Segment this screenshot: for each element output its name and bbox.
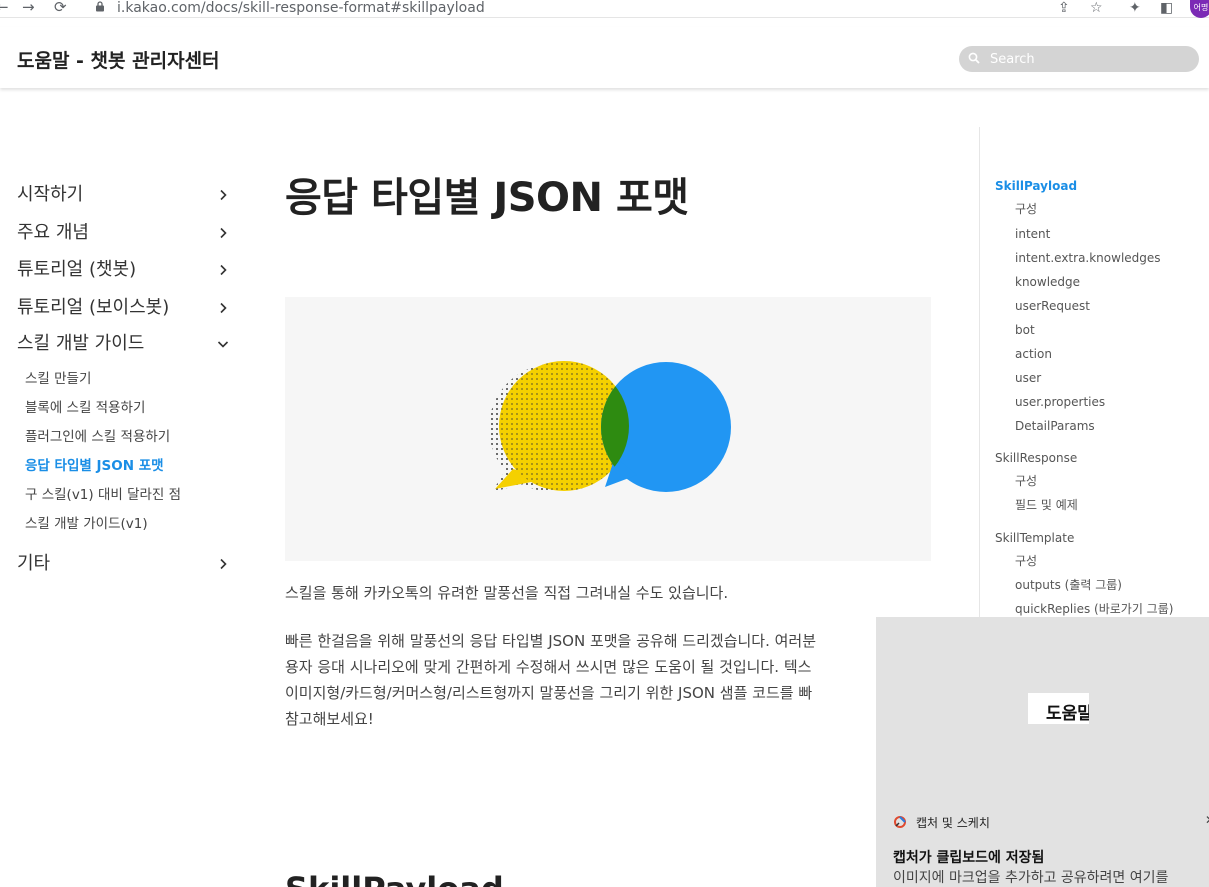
toc-link[interactable]: intent.extra.knowledges [1015, 250, 1161, 266]
sidebar-subitem-json-format[interactable]: 응답 타입별 JSON 포맷 [25, 457, 164, 475]
chevron-right-icon [220, 302, 227, 314]
toc-link[interactable]: SkillPayload [995, 178, 1077, 194]
close-icon[interactable]: ✕ [1205, 813, 1209, 827]
search-input[interactable] [990, 50, 1190, 68]
toc-link[interactable]: 구성 [1015, 473, 1037, 489]
toc-link[interactable]: DetailParams [1015, 418, 1095, 434]
snip-sketch-app-icon [894, 816, 906, 828]
description-line: 용자 응대 시나리오에 맞게 간편하게 수정해서 쓰시면 많은 도움이 될 것입… [285, 658, 812, 676]
bookmark-star-icon[interactable]: ☆ [1090, 0, 1103, 16]
profile-avatar[interactable]: 어명 [1190, 0, 1209, 18]
browser-toolbar: ← → ⟳ i.kakao.com/docs/skill-response-fo… [0, 0, 1209, 18]
toc-link[interactable]: 구성 [1015, 201, 1037, 217]
site-header: 도움말 - 챗봇 관리자센터 [0, 27, 1209, 88]
toc-link[interactable]: quickReplies (바로가기 그룹) [1015, 601, 1173, 617]
toc-link[interactable]: 구성 [1015, 553, 1037, 569]
description-line: 이미지형/카드형/커머스형/리스트형까지 말풍선을 그리기 위한 JSON 샘플… [285, 684, 813, 702]
toc-link[interactable]: knowledge [1015, 274, 1080, 290]
sidebar-subitem-apply-plugin[interactable]: 플러그인에 스킬 적용하기 [25, 428, 170, 446]
preview-text: 도움말 [1046, 704, 1089, 724]
description-line: 빠른 한걸음을 위해 말풍선의 응답 타입별 JSON 포맷을 공유해 드리겠습… [285, 632, 817, 650]
sidebar-subitem-apply-block[interactable]: 블록에 스킬 적용하기 [25, 399, 145, 417]
intro-paragraph: 스킬을 통해 카카오톡의 유려한 말풍선을 직접 그려내실 수도 있습니다. [285, 584, 729, 602]
sidebar-item-getting-started[interactable]: 시작하기 [17, 180, 229, 210]
sidebar-item-tutorial-chatbot[interactable]: 튜토리얼 (챗봇) [17, 255, 229, 285]
sidebar-item-etc[interactable]: 기타 [17, 549, 229, 579]
sidebar-item-label: 시작하기 [17, 184, 84, 205]
sidebar-item-key-concepts[interactable]: 주요 개념 [17, 218, 229, 248]
snip-notification[interactable]: 도움말 캡처 및 스케치 ✕ 캡처가 클립보드에 저장됨 이미지에 마크업을 추… [876, 617, 1209, 887]
toc-link[interactable]: user [1015, 370, 1041, 386]
notification-app-name: 캡처 및 스케치 [916, 816, 990, 830]
sidebar-item-label: 튜토리얼 (챗봇) [17, 259, 137, 280]
chevron-right-icon [220, 558, 227, 570]
sidebar-item-label: 주요 개념 [17, 222, 89, 243]
toc-link[interactable]: 필드 및 예제 [1015, 497, 1078, 513]
sidebar-item-skill-guide[interactable]: 스킬 개발 가이드 [17, 329, 229, 359]
side-panel-icon[interactable]: ◧ [1160, 0, 1173, 16]
screenshot-preview[interactable]: 도움말 [1028, 693, 1089, 724]
address-bar[interactable]: i.kakao.com/docs/skill-response-format#s… [117, 0, 485, 17]
back-arrow-icon[interactable]: ← [0, 0, 9, 15]
sidebar-subitem-make-skill[interactable]: 스킬 만들기 [25, 370, 91, 388]
site-title[interactable]: 도움말 - 챗봇 관리자센터 [17, 46, 220, 73]
chevron-right-icon [220, 189, 227, 201]
toc-link[interactable]: user.properties [1015, 394, 1105, 410]
sidebar-item-label: 기타 [17, 553, 51, 574]
lock-icon[interactable] [95, 1, 105, 12]
share-icon[interactable]: ⇪ [1058, 0, 1070, 16]
description-line: 참고해보세요! [285, 710, 374, 728]
toc-link[interactable]: outputs (출력 그룹) [1015, 577, 1122, 593]
toc-link[interactable]: intent [1015, 226, 1050, 242]
extensions-icon[interactable]: ✦ [1129, 0, 1141, 16]
sidebar-item-label: 스킬 개발 가이드 [17, 333, 145, 354]
sidebar-subitem-guide-v1[interactable]: 스킬 개발 가이드(v1) [25, 515, 148, 533]
toc-link[interactable]: action [1015, 346, 1052, 362]
section-heading-skillpayload: SkillPayload [285, 870, 504, 887]
chevron-down-icon [217, 341, 229, 348]
sidebar-subitem-v1-diff[interactable]: 구 스킬(v1) 대비 달라진 점 [25, 486, 181, 504]
toc-link[interactable]: SkillResponse [995, 450, 1077, 466]
toc-link[interactable]: bot [1015, 322, 1035, 338]
sidebar-item-tutorial-voicebot[interactable]: 튜토리얼 (보이스봇) [17, 293, 229, 323]
page-title: 응답 타입별 JSON 포맷 [285, 175, 689, 221]
notification-title: 캡처가 클립보드에 저장됨 [893, 850, 1045, 866]
chevron-right-icon [220, 264, 227, 276]
forward-arrow-icon[interactable]: → [22, 0, 35, 15]
hero-illustration [285, 297, 931, 561]
notification-body: 이미지에 마크업을 추가하고 공유하려면 여기를 [893, 870, 1169, 886]
speech-bubbles-illustration [489, 361, 731, 492]
search-icon [968, 52, 980, 64]
chevron-right-icon [220, 227, 227, 239]
toc-link[interactable]: SkillTemplate [995, 530, 1074, 546]
search-box[interactable] [959, 46, 1199, 72]
sidebar-item-label: 튜토리얼 (보이스봇) [17, 297, 170, 318]
reload-icon[interactable]: ⟳ [54, 0, 67, 15]
toc-link[interactable]: userRequest [1015, 298, 1090, 314]
